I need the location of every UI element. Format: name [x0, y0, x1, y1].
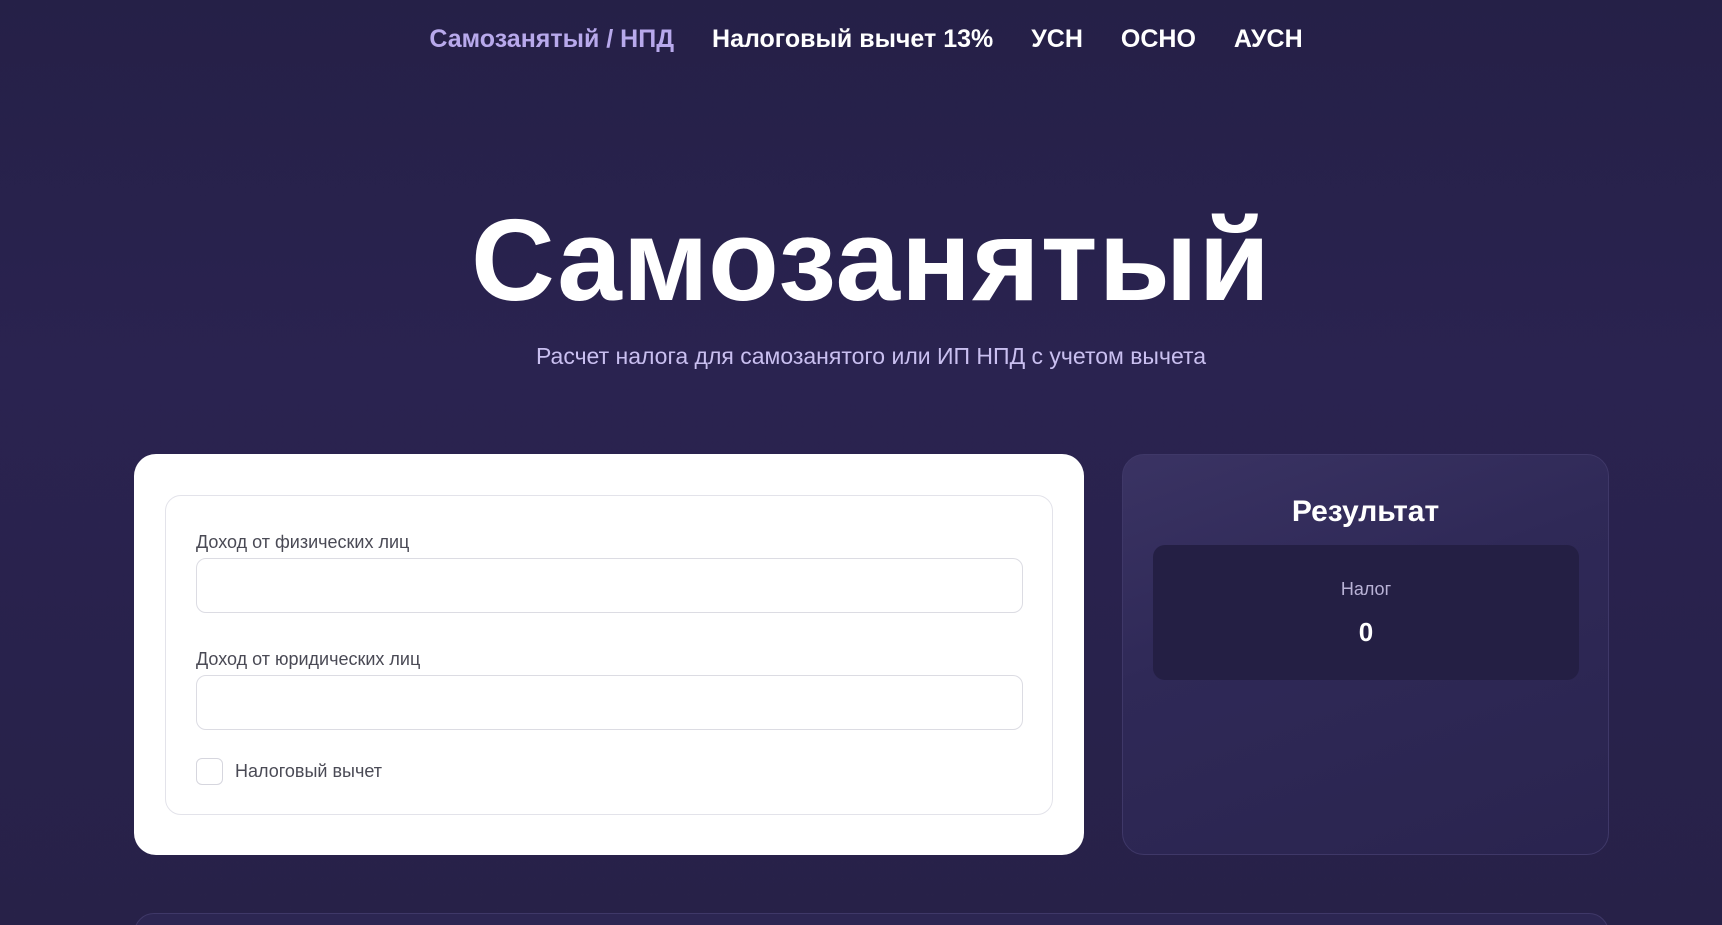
- result-title: Результат: [1291, 495, 1440, 528]
- calculator-form-card: Доход от физических лиц Доход от юридиче…: [134, 454, 1084, 855]
- individuals-income-label: Доход от физических лиц: [196, 532, 410, 552]
- deduction-checkbox[interactable]: [196, 758, 223, 785]
- nav-item-usn[interactable]: УСН: [1031, 20, 1083, 58]
- tax-label: Налог: [1340, 579, 1392, 599]
- nav-item-tax-deduction[interactable]: Налоговый вычет 13%: [712, 20, 993, 58]
- calculator-form: Доход от физических лиц Доход от юридиче…: [165, 495, 1053, 815]
- page-title: Самозанятый: [471, 195, 1271, 325]
- page-subtitle: Расчет налога для самозанятого или ИП НП…: [535, 343, 1207, 369]
- individuals-income-input[interactable]: [196, 558, 1023, 613]
- legal-income-input[interactable]: [196, 675, 1023, 730]
- result-card: Результат Налог 0: [1122, 454, 1609, 855]
- nav-item-npd[interactable]: Самозанятый / НПД: [429, 20, 674, 58]
- deduction-label: Налоговый вычет: [235, 761, 382, 781]
- nav-item-osno[interactable]: ОСНО: [1121, 20, 1196, 58]
- nav-item-ausn[interactable]: АУСН: [1234, 20, 1303, 58]
- top-nav: Самозанятый / НПД Налоговый вычет 13% УС…: [0, 20, 1722, 58]
- next-section-card: [134, 913, 1609, 925]
- tax-value: 0: [1358, 617, 1374, 647]
- deduction-row[interactable]: Налоговый вычет: [196, 758, 382, 785]
- legal-income-label: Доход от юридических лиц: [196, 649, 421, 669]
- tax-result-box: Налог 0: [1153, 545, 1579, 680]
